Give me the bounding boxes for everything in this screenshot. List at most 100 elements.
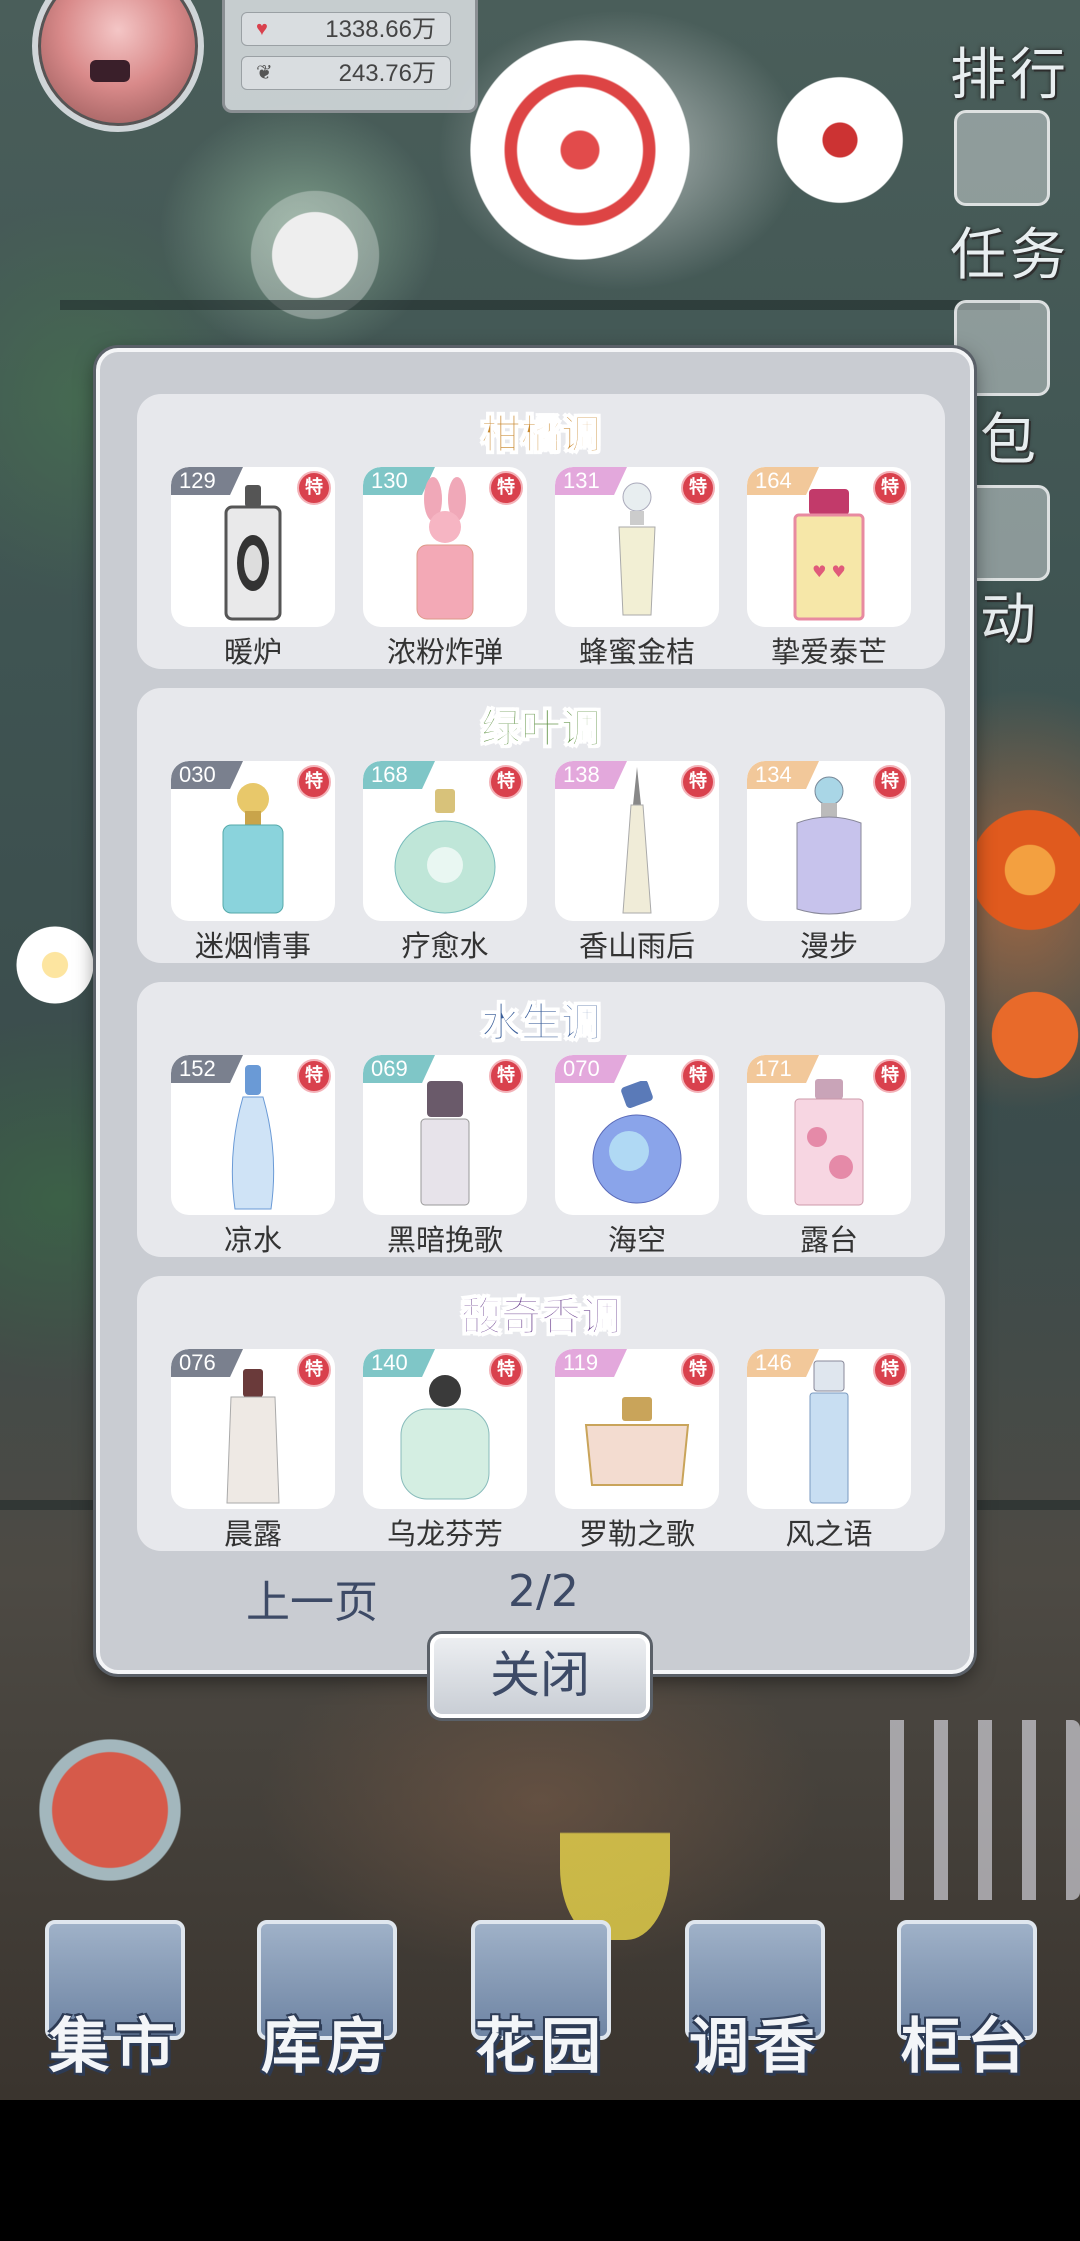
player-profile[interactable]: ♥ 1338.66万 ❦ 243.76万 [12, 0, 478, 132]
perfume-card[interactable]: 168 特 [363, 761, 527, 921]
nav-garden[interactable]: 花园 [446, 1920, 636, 2082]
perfume-bottle-icon [420, 1081, 470, 1206]
perfume-bottle-icon [222, 783, 284, 914]
perfume-card[interactable]: 146 特 [747, 1349, 911, 1509]
perfume-name: 罗勒之歌 [578, 1517, 695, 1551]
side-menu-tasks[interactable]: 任务 [940, 210, 1080, 291]
perfume-name: 风之语 [785, 1517, 873, 1551]
perfume-name: 暖炉 [223, 635, 282, 669]
perfume-bottle-icon [394, 789, 496, 914]
perfume-card[interactable]: 164 特 ♥ ♥ [747, 467, 911, 627]
perfume-card[interactable]: 030 特 [171, 761, 335, 921]
nav-label: 花园 [475, 2012, 607, 2082]
perfume-card[interactable]: 138 特 [555, 761, 719, 921]
category-fougere: 馥奇香调 076 特 晨露 140 特 乌龙芬芳 119 特 罗勒之歌 146 … [137, 1276, 945, 1551]
perfume-bottle-icon [584, 1397, 690, 1486]
perfume-collection-dialog: 柑橘调 129 特 暖炉 130 特 浓粉炸弹 131 特 蜂蜜金桔 164 特… [96, 348, 974, 1674]
special-badge: 特 [297, 1353, 331, 1387]
perfume-name: 疗愈水 [401, 929, 489, 963]
perfume-bottle-icon: ♥ ♥ [793, 489, 865, 621]
perfume-card[interactable]: 131 特 [555, 467, 719, 627]
perfume-name: 挚爱泰芒 [770, 635, 887, 669]
perfume-bottle-icon [416, 477, 474, 620]
perfume-bottle-icon [226, 1369, 280, 1504]
perfume-name: 晨露 [223, 1517, 282, 1551]
perfume-bottle-icon [224, 485, 282, 621]
nav-label: 调香 [689, 2012, 821, 2082]
currency-2-value: 243.76万 [338, 60, 436, 87]
category-title: 水生调 [481, 999, 602, 1047]
special-badge: 特 [873, 1353, 907, 1387]
nav-market[interactable]: 集市 [20, 1920, 210, 2082]
perfume-name: 乌龙芬芳 [386, 1517, 503, 1551]
side-menu-ranking[interactable]: 排行 [940, 30, 1080, 111]
special-badge: 特 [297, 471, 331, 505]
category-green-leaf: 绿叶调 030 特 迷烟情事 168 特 疗愈水 138 特 香山雨后 134 … [137, 688, 945, 963]
category-aquatic: 水生调 152 特 凉水 069 特 黑暗挽歌 070 特 海空 171 特 露… [137, 982, 945, 1257]
special-badge: 特 [873, 471, 907, 505]
special-badge: 特 [489, 471, 523, 505]
special-badge: 特 [873, 765, 907, 799]
category-title: 绿叶调 [481, 705, 602, 753]
currency-stat-1: ♥ 1338.66万 [241, 12, 451, 46]
perfume-card[interactable]: 069 特 [363, 1055, 527, 1215]
close-button[interactable]: 关闭 [430, 1634, 650, 1718]
perfume-card[interactable]: 171 特 [747, 1055, 911, 1215]
perfume-name: 浓粉炸弹 [386, 635, 503, 669]
perfume-card[interactable]: 119 特 [555, 1349, 719, 1509]
special-badge: 特 [681, 471, 715, 505]
currency-panel: ♥ 1338.66万 ❦ 243.76万 [222, 0, 478, 113]
special-badge: 特 [297, 765, 331, 799]
bottom-black-bar [0, 2100, 1080, 2241]
perfume-bottle-icon [231, 1065, 275, 1210]
perfume-name: 蜂蜜金桔 [578, 635, 695, 669]
perfume-bottle-icon [400, 1375, 490, 1500]
perfume-number-badge: 119 [555, 1349, 627, 1377]
perfume-card[interactable]: 130 特 [363, 467, 527, 627]
category-title: 馥奇香调 [461, 1293, 622, 1341]
perfume-card[interactable]: 140 特 [363, 1349, 527, 1509]
special-badge: 特 [681, 1059, 715, 1093]
heart-icon: ♥ [256, 18, 268, 40]
perfume-name: 海空 [607, 1223, 666, 1257]
currency-1-value: 1338.66万 [325, 16, 436, 43]
special-badge: 特 [681, 765, 715, 799]
nav-storage[interactable]: 库房 [232, 1920, 422, 2082]
perfume-number-badge: 168 [363, 761, 435, 789]
nav-blend[interactable]: 调香 [660, 1920, 850, 2082]
perfume-name: 黑暗挽歌 [386, 1223, 503, 1257]
nav-label: 柜台 [901, 2012, 1033, 2082]
perfume-card[interactable]: 076 特 [171, 1349, 335, 1509]
leaf-icon: ❦ [256, 62, 273, 84]
nav-counter[interactable]: 柜台 [872, 1920, 1062, 2082]
special-badge: 特 [873, 1059, 907, 1093]
special-badge: 特 [681, 1353, 715, 1387]
nav-label: 集市 [49, 2012, 181, 2082]
ranking-icon [954, 110, 1050, 206]
perfume-card[interactable]: 152 特 [171, 1055, 335, 1215]
perfume-bottle-icon [796, 776, 862, 915]
perfume-bottle-icon [794, 1079, 864, 1206]
perfume-number-badge: 070 [555, 1055, 627, 1083]
perfume-name: 迷烟情事 [194, 929, 311, 963]
currency-stat-2: ❦ 243.76万 [241, 56, 451, 90]
avatar-bow-decoration [90, 60, 130, 82]
perfume-bottle-icon [622, 767, 652, 914]
svg-text:♥ ♥: ♥ ♥ [812, 562, 846, 581]
perfume-bottle-icon [809, 1360, 849, 1504]
perfume-bottle-icon [592, 1081, 682, 1204]
perfume-name: 露台 [799, 1223, 858, 1257]
page-indicator: 2/2 [508, 1566, 579, 1617]
prev-page-button[interactable]: 上一页 [246, 1566, 378, 1630]
perfume-name: 漫步 [799, 929, 858, 963]
nav-label: 库房 [261, 2012, 393, 2082]
special-badge: 特 [489, 1059, 523, 1093]
perfume-card[interactable]: 129 特 [171, 467, 335, 627]
perfume-name: 凉水 [223, 1223, 282, 1257]
perfume-card[interactable]: 070 特 [555, 1055, 719, 1215]
category-citrus: 柑橘调 129 特 暖炉 130 特 浓粉炸弹 131 特 蜂蜜金桔 164 特… [137, 394, 945, 669]
category-title: 柑橘调 [481, 411, 602, 459]
perfume-card[interactable]: 134 特 [747, 761, 911, 921]
perfume-name: 香山雨后 [578, 929, 695, 963]
special-badge: 特 [297, 1059, 331, 1093]
